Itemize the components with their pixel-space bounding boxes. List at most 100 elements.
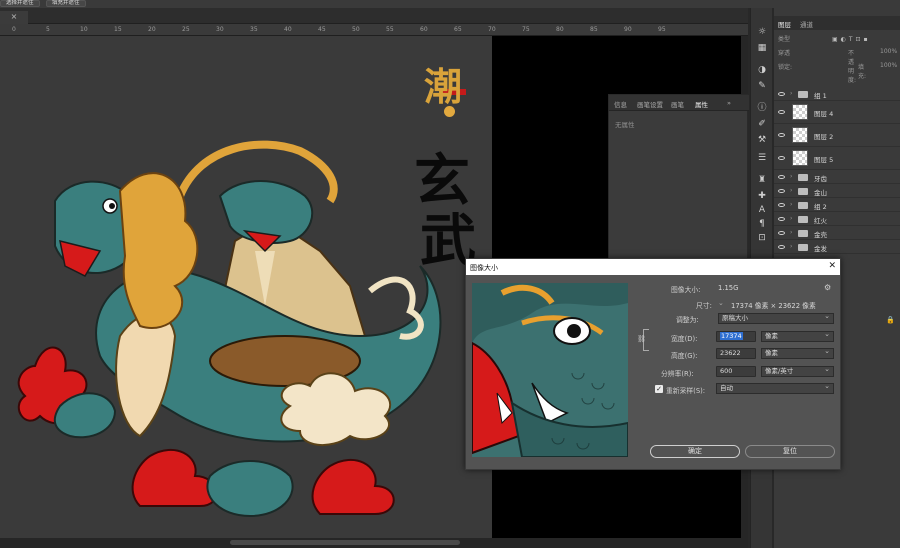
folder-icon: [798, 187, 808, 195]
height-label: 高度(G):: [671, 352, 698, 360]
color-wheel-icon[interactable]: ◑: [755, 64, 769, 76]
grid-icon[interactable]: ▦: [755, 42, 769, 54]
tab-channels[interactable]: 通道: [800, 19, 813, 29]
dialog-title: 图像大小: [470, 264, 498, 272]
visibility-eye-icon[interactable]: [778, 188, 785, 193]
visibility-eye-icon[interactable]: [778, 110, 785, 114]
layer-row[interactable]: 图层 5: [774, 147, 900, 170]
gear-icon[interactable]: ⚙: [824, 283, 831, 292]
horizontal-scroll-thumb[interactable]: [230, 540, 460, 545]
chevron-right-icon[interactable]: ›: [790, 201, 792, 208]
text-style-icon[interactable]: ✚: [755, 190, 769, 202]
select-and-mask-button[interactable]: 选择并遮住: [0, 0, 40, 7]
layer-name: 图层 4: [814, 110, 834, 118]
close-icon[interactable]: ✕: [828, 261, 836, 271]
chevron-right-icon[interactable]: ›: [790, 187, 792, 194]
visibility-eye-icon[interactable]: [778, 216, 785, 221]
width-unit-select[interactable]: 像素: [761, 330, 834, 342]
ruler-tick: 70: [488, 26, 496, 33]
ok-button[interactable]: 确定: [650, 445, 740, 458]
fill-and-mask-button[interactable]: 填充并遮住: [46, 0, 86, 7]
ruler-tick: 30: [216, 26, 224, 33]
preview-dragon-closeup: [472, 283, 628, 457]
artwork-area: 潮 玄 武: [0, 36, 492, 538]
blend-mode-select[interactable]: 穿透: [778, 50, 790, 57]
glyphs-icon[interactable]: ⊡: [755, 232, 769, 244]
tab-brush[interactable]: 画笔: [671, 99, 684, 109]
layer-filter-row[interactable]: 类型 ▣◐T⊡▪: [778, 34, 871, 44]
document-tab-close[interactable]: ×: [0, 11, 28, 24]
width-value: 17374: [720, 332, 743, 340]
properties-icon[interactable]: ☰: [755, 152, 769, 164]
chevron-down-icon[interactable]: ⌄: [718, 299, 724, 307]
visibility-eye-icon[interactable]: [778, 156, 785, 160]
ruler-tick: 85: [590, 26, 598, 33]
ruler-tick: 10: [80, 26, 88, 33]
layer-name: 牙齿: [814, 174, 827, 183]
layer-row[interactable]: › 红火: [774, 212, 900, 226]
dragon-turtle-artwork: [17, 140, 442, 518]
opacity-label: 不透明度:: [848, 50, 857, 84]
resolution-input[interactable]: 600: [716, 366, 756, 377]
brush-settings-icon[interactable]: ✐: [755, 118, 769, 130]
image-preview[interactable]: [472, 283, 628, 457]
folder-icon: [798, 215, 808, 223]
height-input[interactable]: 23622: [716, 348, 756, 359]
chevron-right-icon[interactable]: ›: [790, 173, 792, 180]
layer-row[interactable]: › 金山: [774, 184, 900, 198]
resample-label: 重新采样(S):: [666, 387, 706, 395]
height-unit-select[interactable]: 像素: [761, 347, 834, 359]
paragraph-icon[interactable]: ¶: [755, 218, 769, 230]
visibility-eye-icon[interactable]: [778, 174, 785, 179]
gold-dot: [444, 106, 455, 117]
chevron-right-icon[interactable]: ›: [790, 229, 792, 236]
width-input[interactable]: 17374: [716, 331, 756, 342]
chevron-right-icon[interactable]: ›: [790, 90, 792, 97]
info-icon[interactable]: ⓘ: [755, 102, 769, 114]
sun-icon[interactable]: ☼: [755, 26, 769, 38]
tab-layers[interactable]: 图层: [778, 19, 791, 29]
tab-properties[interactable]: 属性: [695, 99, 708, 109]
filter-icons[interactable]: ▣◐T⊡▪: [832, 36, 871, 43]
visibility-eye-icon[interactable]: [778, 230, 785, 235]
tab-info[interactable]: 信息: [614, 99, 627, 109]
visibility-eye-icon[interactable]: [778, 133, 785, 137]
chevron-right-icon[interactable]: ›: [790, 215, 792, 222]
link-chain-icon[interactable]: ⛓: [637, 335, 646, 343]
fit-to-select[interactable]: 原稿大小: [718, 312, 834, 324]
blend-opacity-row: 穿透 不透明度: 100%: [778, 48, 897, 84]
visibility-eye-icon[interactable]: [778, 244, 785, 249]
layer-row[interactable]: › 组 2: [774, 198, 900, 212]
resolution-unit-select[interactable]: 像素/英寸: [761, 365, 834, 377]
layer-row[interactable]: 图层 2: [774, 124, 900, 147]
reset-button[interactable]: 复位: [745, 445, 835, 458]
layer-row[interactable]: 图层 4: [774, 101, 900, 124]
layer-filter-select[interactable]: 类型: [778, 36, 790, 43]
ruler-tick: 55: [386, 26, 394, 33]
resample-checkbox[interactable]: ✓: [655, 385, 663, 393]
ruler-tick: 20: [148, 26, 156, 33]
layer-row[interactable]: › 金壳: [774, 226, 900, 240]
opacity-value[interactable]: 100%: [880, 48, 897, 55]
layer-row[interactable]: › 金发: [774, 240, 900, 254]
horizontal-scrollbar[interactable]: [0, 538, 748, 548]
brush-presets-icon[interactable]: ⚒: [755, 134, 769, 146]
character-icon[interactable]: A: [755, 204, 769, 216]
chevron-right-icon[interactable]: ›: [790, 243, 792, 250]
folder-icon: [798, 229, 808, 237]
ruler-tick: 65: [454, 26, 462, 33]
dialog-title-bar: 图像大小 ✕: [466, 259, 840, 275]
collapse-icon[interactable]: »: [727, 99, 731, 107]
resample-select[interactable]: 自动: [716, 382, 834, 394]
visibility-eye-icon[interactable]: [778, 91, 785, 96]
tab-brush-settings[interactable]: 画笔设置: [637, 99, 663, 109]
fill-value[interactable]: 100%: [880, 62, 897, 69]
stamp-icon[interactable]: ♜: [755, 174, 769, 186]
ruler-tick: 90: [624, 26, 632, 33]
layer-row[interactable]: › 牙齿: [774, 170, 900, 184]
ruler-tick: 25: [182, 26, 190, 33]
lock-icon[interactable]: 🔒: [886, 316, 895, 324]
layer-row[interactable]: › 组 1: [774, 87, 900, 101]
visibility-eye-icon[interactable]: [778, 202, 785, 207]
brush-tool-icon[interactable]: ✎: [755, 80, 769, 92]
